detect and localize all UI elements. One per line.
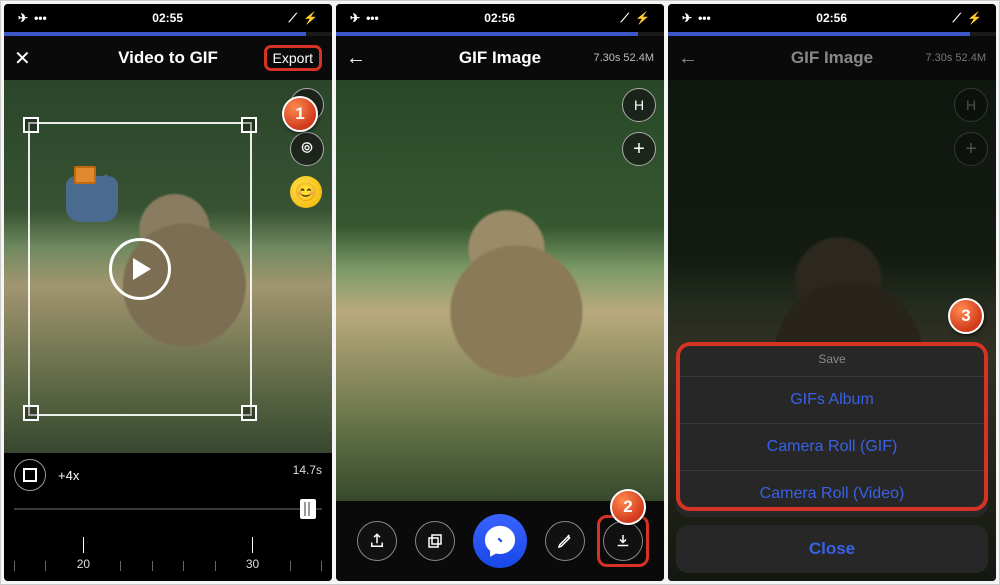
airplane-icon: ✈ — [18, 11, 28, 25]
frames-button[interactable] — [415, 521, 455, 561]
close-button[interactable]: Close — [676, 525, 988, 573]
airplane-icon: ✈ — [682, 11, 692, 25]
clock: 02:55 — [152, 11, 183, 25]
gift-sticker[interactable] — [74, 166, 96, 184]
airplane-icon: ✈ — [350, 11, 360, 25]
status-bar: ✈••• 02:55 ⟋⚡ — [4, 4, 332, 32]
status-bar: ✈••• 02:56 ⟋⚡ — [336, 4, 664, 32]
export-button[interactable]: Export — [264, 45, 322, 71]
aspect-button[interactable] — [14, 459, 46, 491]
slider-thumb[interactable] — [300, 499, 316, 519]
nav-bar: ← GIF Image 7.30s 52.4M — [668, 36, 996, 80]
gif-info-label: 7.30s 52.4M — [925, 52, 986, 64]
editor-canvas[interactable]: T+ 😊 — [4, 80, 332, 453]
messenger-button[interactable] — [473, 514, 527, 568]
share-button[interactable] — [357, 521, 397, 561]
sticker-tool-button[interactable] — [290, 132, 324, 166]
callout-1: 1 — [282, 96, 318, 132]
battery-icon: ⚡ — [635, 11, 650, 25]
status-bar: ✈••• 02:56 ⟋⚡ — [668, 4, 996, 32]
edit-button[interactable] — [545, 521, 585, 561]
add-button[interactable]: + — [622, 132, 656, 166]
duration-label: 14.7s — [293, 463, 322, 477]
crop-frame[interactable] — [28, 122, 252, 416]
back-button[interactable]: ← — [678, 47, 698, 70]
timeline-panel: +4x 14.7s 20 30 — [4, 453, 332, 581]
preview-canvas[interactable]: H + — [336, 80, 664, 501]
play-button[interactable] — [109, 238, 171, 300]
battery-icon: ⚡ — [303, 11, 318, 25]
callout-2: 2 — [610, 489, 646, 525]
emoji-tool-button[interactable]: 😊 — [290, 176, 322, 208]
clock: 02:56 — [484, 11, 515, 25]
preview-canvas: H + Save GIFs Album Camera Roll (GIF) Ca… — [668, 80, 996, 581]
nav-bar: ← GIF Image 7.30s 52.4M — [336, 36, 664, 80]
gif-info-label: 7.30s 52.4M — [593, 52, 654, 64]
battery-icon: ⚡ — [967, 11, 982, 25]
screen-1-video-to-gif: ✈••• 02:55 ⟋⚡ ✕ Video to GIF Export T+ 😊… — [4, 4, 332, 581]
trim-slider[interactable] — [14, 499, 322, 519]
speed-label[interactable]: +4x — [54, 465, 83, 486]
ruler: 20 30 — [14, 531, 322, 571]
quality-button[interactable]: H — [622, 88, 656, 122]
close-button[interactable]: ✕ — [14, 46, 31, 71]
action-sheet: Save GIFs Album Camera Roll (GIF) Camera… — [676, 342, 988, 573]
back-button[interactable]: ← — [346, 47, 366, 70]
callout-3: 3 — [948, 298, 984, 334]
nav-bar: ✕ Video to GIF Export — [4, 36, 332, 80]
screen-2-gif-image: ✈••• 02:56 ⟋⚡ ← GIF Image 7.30s 52.4M H … — [336, 4, 664, 581]
screen-3-save-sheet: ✈••• 02:56 ⟋⚡ ← GIF Image 7.30s 52.4M H … — [668, 4, 996, 581]
clock: 02:56 — [816, 11, 847, 25]
